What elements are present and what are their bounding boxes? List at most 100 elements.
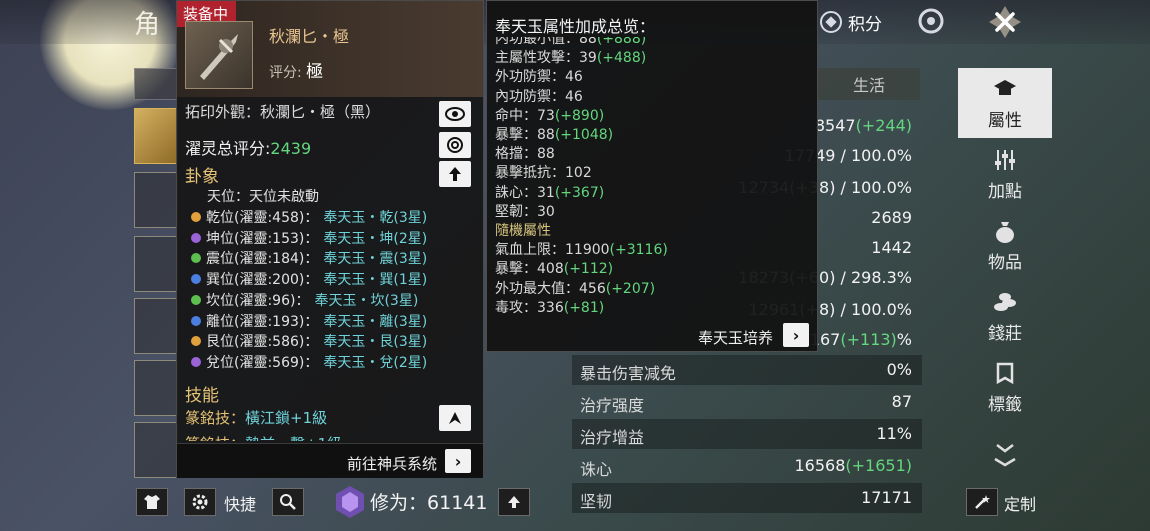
gem-icon (191, 336, 201, 347)
nav-label: 錢莊 (988, 323, 1022, 344)
bonus-row: 暴擊抵抗：102 (495, 162, 592, 182)
nav-item-2[interactable]: 加點 (958, 139, 1052, 209)
bonus-row-label: 暴擊抵抗： (495, 165, 565, 182)
bonus-row-bonus: (+1048) (554, 127, 614, 143)
custom-button[interactable] (966, 488, 998, 516)
item-name: 秋瀾匕・極 (269, 27, 350, 46)
stat-label: 治疗强度 (580, 396, 645, 415)
eye-button[interactable] (439, 101, 471, 127)
gem-bonus-popup: 奉天玉属性加成总览： 内功最小值：88(+888) 主屬性攻擊：39(+488) 外… (486, 0, 818, 352)
cultivation-up-button[interactable] (498, 488, 530, 516)
skill-icon (449, 412, 461, 424)
gua-slot-label: 艮位(濯靈:586)： (206, 334, 319, 351)
chevron-right-icon: › (445, 449, 471, 473)
skill-button[interactable] (439, 405, 471, 431)
bonus-row-base: 46 (565, 88, 583, 105)
settings-icon[interactable] (916, 6, 946, 36)
bonus-row-label: 格擋： (495, 146, 537, 163)
bonus-row: 暴擊：88(+1048) (495, 124, 613, 144)
gua-slot-gem: 奉天玉・震(3星) (323, 251, 428, 268)
upgrade-button[interactable] (439, 161, 471, 187)
gua-slot-gem: 奉天玉・坤(2星) (323, 230, 428, 247)
bonus-row-label: 主屬性攻擊： (495, 50, 579, 67)
gua-slot-label: 離位(濯靈:193)： (206, 313, 319, 330)
outfit-button[interactable] (136, 488, 168, 516)
gua-slot-row: 兌位(濯靈:569)： 奉天玉・兌(2星) (191, 352, 427, 372)
gem-train-button[interactable]: › (783, 323, 809, 347)
gua-slot-row: 艮位(濯靈:586)： 奉天玉・艮(3星) (191, 331, 427, 351)
upgrade-icon (449, 167, 461, 181)
coins-icon (991, 289, 1019, 315)
bonus-row-label: 命中： (495, 107, 537, 124)
gear-icon (192, 494, 208, 510)
gem-icon (191, 294, 201, 305)
arrow-up-icon (508, 496, 520, 508)
cultivation-emblem (334, 484, 366, 520)
gem-icon (191, 315, 201, 326)
bonus-row-base: 31 (537, 184, 555, 201)
stat-value: 87 (891, 392, 912, 411)
bonus-row-bonus: (+367) (554, 184, 605, 201)
gua-slot-gem: 奉天玉・坎(3星) (314, 292, 419, 309)
stat-row: 诛心 16568(+1651) (572, 451, 922, 481)
nav-item-1[interactable]: 屬性 (958, 68, 1052, 138)
cultivation-value: 修为：61141 (370, 492, 488, 514)
gua-slot-row: 坤位(濯靈:153)： 奉天玉・坤(2星) (191, 228, 427, 248)
points-label: 积分 (848, 14, 882, 35)
bonus-row: 主屬性攻擊：39(+488) (495, 47, 646, 67)
nav-item-3[interactable]: 物品 (958, 210, 1052, 280)
bonus-row: 毒攻：336(+81) (495, 297, 604, 317)
bonus-row: 外功防禦：46 (495, 66, 583, 86)
bonus-title: 奉天玉属性加成总览： (495, 17, 656, 36)
refine-button[interactable] (439, 132, 471, 158)
inspect-button[interactable] (272, 488, 304, 516)
points-icon (820, 11, 842, 33)
stat-value-bg: 8547(+244) (814, 116, 912, 135)
gua-slot-row: 離位(濯靈:193)： 奉天玉・離(3星) (191, 311, 427, 331)
nav-more[interactable] (958, 424, 1052, 484)
goto-weapon-system[interactable]: 前往神兵系统 › (177, 443, 483, 478)
gua-slot-gem: 奉天玉・兌(2星) (323, 354, 428, 371)
equip-slot-feet[interactable] (134, 422, 178, 478)
tab-life[interactable]: 生活 (818, 68, 920, 100)
bonus-row: 內功防禦：46 (495, 86, 583, 106)
nav-item-5[interactable]: 標籤 (958, 352, 1052, 422)
custom-label: 定制 (1004, 495, 1037, 514)
quick-label: 快捷 (224, 495, 257, 514)
bonus-row: 暴擊：408(+112) (495, 258, 613, 278)
gem-icon (191, 253, 201, 264)
bonus-row-label: 堅韌： (495, 203, 537, 220)
points-button[interactable]: 积分 (820, 8, 882, 36)
bonus-row-label: 毒攻： (495, 299, 537, 316)
bonus-row: 命中：73(+890) (495, 105, 604, 125)
bonus-row-label: 外功防禦： (495, 69, 565, 86)
close-icon (989, 6, 1021, 38)
bonus-row-base: 102 (565, 165, 592, 182)
bonus-row-base: 46 (565, 69, 583, 86)
equip-slot-belt[interactable] (134, 298, 178, 354)
random-attr-title: 隨機屬性 (495, 223, 551, 239)
equip-slot-head[interactable] (134, 172, 178, 228)
quick-settings-button[interactable] (184, 488, 216, 516)
eye-icon (445, 107, 465, 121)
item-score: 评分: 極 (269, 62, 324, 82)
stat-row: 治疗强度 87 (572, 387, 922, 417)
stat-label: 治疗增益 (580, 428, 645, 447)
gua-slot-gem: 奉天玉・艮(3星) (323, 334, 428, 351)
stat-value: 11% (876, 424, 912, 443)
equip-slot-weapon[interactable] (134, 108, 178, 164)
item-icon (185, 21, 253, 89)
bonus-row: 氣血上限：11900(+3116) (495, 239, 668, 259)
swirl-icon (447, 137, 463, 153)
bonus-row-base: 408 (537, 261, 564, 278)
nav-item-4[interactable]: 錢莊 (958, 281, 1052, 351)
equip-slot-body[interactable] (134, 236, 178, 292)
gua-slot-label: 乾位(濯靈:458)： (206, 210, 319, 226)
side-tab[interactable] (134, 68, 178, 100)
nav-label: 屬性 (988, 110, 1022, 131)
bonus-row-bonus: (+3116) (609, 242, 668, 259)
close-button[interactable] (980, 0, 1030, 44)
gem-icon (191, 212, 201, 222)
equip-slot-legs[interactable] (134, 360, 178, 416)
gua-slot-row: 巽位(濯靈:200)： 奉天玉・巽(1星) (191, 269, 427, 289)
